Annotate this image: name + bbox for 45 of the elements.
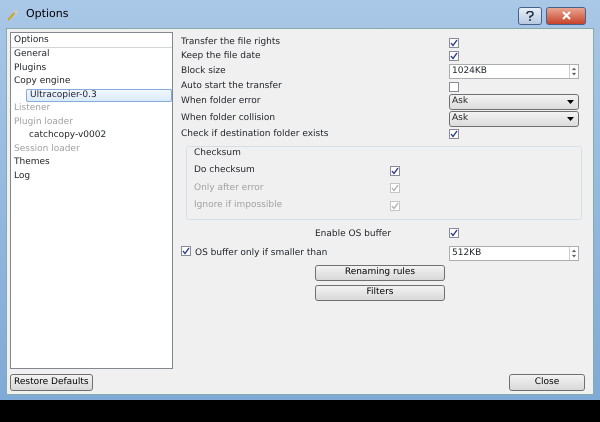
dialog-button[interactable]: Renaming rules: [315, 265, 445, 281]
checkbox[interactable]: [449, 38, 459, 48]
tree-item[interactable]: Copy engine: [11, 75, 172, 88]
setting-label: Ignore if impossible: [194, 199, 284, 212]
setting-label: Auto start the transfer: [181, 80, 283, 93]
setting-label: When folder error: [181, 95, 262, 108]
checkbox[interactable]: [449, 228, 459, 238]
setting-label: Block size: [181, 64, 227, 78]
setting-label: Keep the file date: [181, 50, 262, 62]
group-title: Checksum: [194, 148, 241, 158]
checkbox[interactable]: [181, 246, 191, 256]
wand-icon: [6, 7, 20, 21]
help-icon: [526, 10, 534, 21]
window-title: Options: [26, 6, 68, 22]
tree-item[interactable]: General: [11, 48, 172, 62]
tree-item[interactable]: Plugins: [11, 62, 172, 75]
setting-label: OS buffer only if smaller than: [195, 246, 328, 260]
tree-header: Options: [11, 33, 172, 48]
buffer-size-field[interactable]: 512KB: [449, 246, 579, 261]
setting-label: Do checksum: [194, 164, 256, 177]
spin-arrows-icon: [569, 247, 578, 260]
caret-icon: [567, 117, 574, 121]
setting-label: Check if destination folder exists: [181, 128, 330, 140]
close-button[interactable]: [546, 7, 586, 25]
setting-label: Transfer the file rights: [181, 36, 282, 49]
tree-item[interactable]: Ultracopier-0.3: [26, 88, 172, 102]
help-button[interactable]: [518, 7, 542, 25]
setting-label: When folder collision: [181, 112, 276, 126]
setting-label: Enable OS buffer: [315, 228, 392, 241]
close-icon: [562, 11, 570, 20]
checkbox[interactable]: [449, 82, 459, 92]
caret-icon: [567, 100, 574, 104]
checkbox[interactable]: [449, 129, 459, 140]
spin-arrows-icon: [569, 65, 578, 78]
setting-label: Only after error: [194, 182, 264, 194]
restore-defaults-button[interactable]: Restore Defaults: [10, 374, 93, 391]
checkbox[interactable]: [390, 166, 400, 176]
block-size-field[interactable]: 1024KB: [449, 64, 579, 79]
checkbox[interactable]: [449, 51, 459, 62]
close-button[interactable]: Close: [509, 374, 585, 391]
dialog-button[interactable]: Filters: [315, 285, 445, 301]
tree-item[interactable]: Themes: [11, 156, 172, 170]
tree-item[interactable]: Log: [11, 170, 172, 183]
dropdown[interactable]: Ask: [449, 111, 579, 127]
dropdown[interactable]: Ask: [449, 94, 579, 110]
